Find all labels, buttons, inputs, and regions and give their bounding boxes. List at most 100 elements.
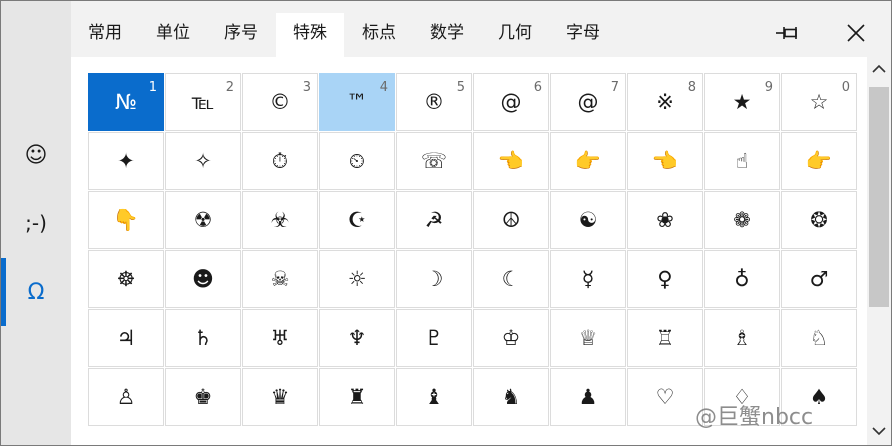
- tab-ordinal[interactable]: 序号: [213, 13, 269, 53]
- symbol-cell[interactable]: ❂: [781, 191, 857, 249]
- symbol-cell[interactable]: ♞: [473, 368, 549, 426]
- symbol-cell[interactable]: ☸: [88, 250, 164, 308]
- symbol-cell[interactable]: ♅: [242, 309, 318, 367]
- symbol-glyph: ♕: [578, 326, 598, 350]
- symbol-cell[interactable]: № 1: [88, 73, 164, 131]
- symbol-cell[interactable]: ❁: [704, 191, 780, 249]
- symbol-glyph: ☻: [192, 267, 214, 291]
- symbol-glyph: ❁: [733, 208, 751, 232]
- symbol-cell[interactable]: ♡: [627, 368, 703, 426]
- symbol-glyph: ❀: [656, 208, 674, 232]
- symbol-cell[interactable]: ♛: [242, 368, 318, 426]
- shortcut-number: 0: [841, 80, 850, 95]
- sidebar-symbols-button[interactable]: Ω: [1, 258, 71, 326]
- symbol-cell[interactable]: @7: [550, 73, 626, 131]
- symbol-glyph: ☯: [578, 208, 598, 232]
- scroll-down-button[interactable]: [867, 421, 891, 441]
- symbol-glyph: ♃: [116, 326, 136, 350]
- symbol-cell[interactable]: ♃: [88, 309, 164, 367]
- symbol-cell[interactable]: ✦: [88, 132, 164, 190]
- scroll-thumb[interactable]: [869, 87, 889, 307]
- symbol-glyph: ★: [732, 90, 752, 114]
- symbol-glyph: ©: [269, 90, 291, 114]
- omega-icon: Ω: [27, 279, 45, 305]
- symbol-cell[interactable]: ♖: [627, 309, 703, 367]
- tab-geometry[interactable]: 几何: [487, 13, 543, 53]
- symbol-glyph: 👈: [497, 148, 525, 173]
- symbol-cell[interactable]: ✧: [165, 132, 241, 190]
- symbol-cell[interactable]: ♘: [781, 309, 857, 367]
- symbol-cell[interactable]: ♟: [550, 368, 626, 426]
- symbol-cell[interactable]: ♄: [165, 309, 241, 367]
- symbol-cell[interactable]: ☮: [473, 191, 549, 249]
- symbol-cell[interactable]: ☻: [165, 250, 241, 308]
- symbol-cell[interactable]: ♜: [319, 368, 395, 426]
- symbol-cell[interactable]: ™ 4: [319, 73, 395, 131]
- symbol-cell[interactable]: ☆ 0: [781, 73, 857, 131]
- symbol-cell[interactable]: ☠: [242, 250, 318, 308]
- tab-units[interactable]: 单位: [145, 13, 201, 53]
- sidebar-kaomoji-button[interactable]: ;-): [1, 189, 71, 257]
- symbol-glyph: 👉: [574, 148, 602, 173]
- shortcut-number: 9: [764, 80, 773, 95]
- symbol-cell[interactable]: ★ 9: [704, 73, 780, 131]
- symbol-glyph: 👉: [805, 148, 833, 173]
- symbol-cell[interactable]: ☪: [319, 191, 395, 249]
- symbol-cell[interactable]: ♇: [396, 309, 472, 367]
- symbol-cell[interactable]: ☢: [165, 191, 241, 249]
- sidebar-emoji-button[interactable]: ☺: [1, 121, 71, 189]
- symbol-glyph: ⏲: [348, 148, 366, 173]
- symbol-cell[interactable]: ♀: [627, 250, 703, 308]
- symbol-cell[interactable]: ☯: [550, 191, 626, 249]
- symbol-glyph: ☭: [424, 208, 444, 232]
- symbol-cell[interactable]: ☝: [704, 132, 780, 190]
- tab-letters[interactable]: 字母: [555, 13, 611, 53]
- symbol-cell[interactable]: ♁: [704, 250, 780, 308]
- pin-button[interactable]: [768, 13, 808, 53]
- symbol-cell[interactable]: ♂: [781, 250, 857, 308]
- symbol-cell[interactable]: ☣: [242, 191, 318, 249]
- symbol-cell[interactable]: ☏: [396, 132, 472, 190]
- symbol-glyph: ☠: [270, 267, 290, 291]
- symbol-cell[interactable]: ❀: [627, 191, 703, 249]
- symbol-cell[interactable]: 👈: [627, 132, 703, 190]
- tab-common[interactable]: 常用: [77, 13, 133, 53]
- symbol-cell[interactable]: ☿: [550, 250, 626, 308]
- symbol-cell[interactable]: 👈: [473, 132, 549, 190]
- symbol-cell[interactable]: 👇: [88, 191, 164, 249]
- symbol-cell[interactable]: ♚: [165, 368, 241, 426]
- scroll-up-button[interactable]: [867, 59, 891, 79]
- symbol-cell[interactable]: ♔: [473, 309, 549, 367]
- close-button[interactable]: [836, 13, 876, 53]
- symbol-cell[interactable]: ☽: [396, 250, 472, 308]
- symbol-glyph: ☿: [581, 267, 595, 291]
- symbol-cell[interactable]: 👉: [550, 132, 626, 190]
- shortcut-number: 7: [610, 80, 619, 95]
- symbol-cell[interactable]: ♝: [396, 368, 472, 426]
- symbol-glyph: ♘: [809, 326, 829, 350]
- symbol-glyph: ®: [423, 90, 445, 114]
- symbol-cell[interactable]: ※ 8: [627, 73, 703, 131]
- symbol-cell[interactable]: ♆: [319, 309, 395, 367]
- symbol-cell[interactable]: ♕: [550, 309, 626, 367]
- symbol-glyph: ♗: [732, 326, 752, 350]
- symbol-glyph: ♙: [116, 385, 136, 409]
- symbol-cell[interactable]: ® 5: [396, 73, 472, 131]
- shortcut-number: 2: [225, 80, 234, 95]
- symbol-cell[interactable]: ☼: [319, 250, 395, 308]
- symbol-cell[interactable]: @6: [473, 73, 549, 131]
- symbol-cell[interactable]: © 3: [242, 73, 318, 131]
- symbol-cell[interactable]: 👉: [781, 132, 857, 190]
- symbol-cell[interactable]: ℡ 2: [165, 73, 241, 131]
- symbol-cell[interactable]: ⏱: [242, 132, 318, 190]
- symbol-cell[interactable]: ♗: [704, 309, 780, 367]
- symbol-cell[interactable]: ☾: [473, 250, 549, 308]
- symbol-glyph: ♚: [193, 385, 213, 409]
- symbol-cell[interactable]: ♙: [88, 368, 164, 426]
- tab-punctuation[interactable]: 标点: [351, 13, 407, 53]
- tab-math[interactable]: 数学: [419, 13, 475, 53]
- shortcut-number: 3: [302, 80, 311, 95]
- symbol-cell[interactable]: ☭: [396, 191, 472, 249]
- vertical-scrollbar[interactable]: [867, 57, 891, 445]
- symbol-cell[interactable]: ⏲: [319, 132, 395, 190]
